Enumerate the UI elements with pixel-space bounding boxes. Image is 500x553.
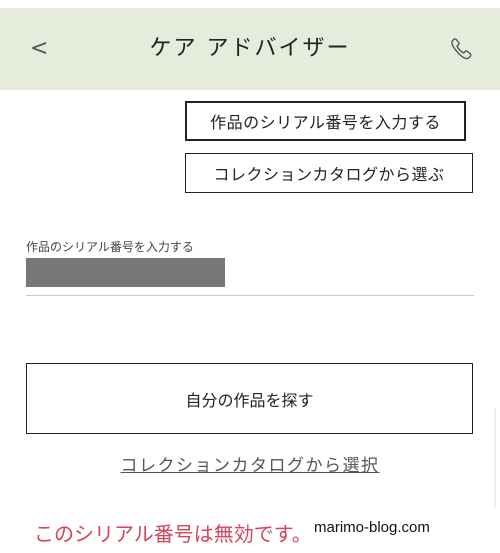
header-bar: < ケア アドバイザー [0,8,500,90]
phone-icon[interactable] [448,36,474,62]
error-message: このシリアル番号は無効です。 [34,522,312,546]
scrollbar [494,408,496,508]
serial-number-input-redacted[interactable] [26,258,225,287]
page-title: ケア アドバイザー [149,36,351,61]
find-my-work-button[interactable]: 自分の作品を探す [26,363,473,434]
watermark-text: marimo-blog.com [314,519,430,536]
select-from-catalog-link[interactable]: コレクションカタログから選択 [0,451,500,476]
enter-serial-option-button[interactable]: 作品のシリアル番号を入力する [185,101,466,141]
serial-field-label: 作品のシリアル番号を入力する [26,240,194,254]
serial-field-underline [26,295,474,296]
choose-catalog-option-button[interactable]: コレクションカタログから選ぶ [185,153,473,193]
